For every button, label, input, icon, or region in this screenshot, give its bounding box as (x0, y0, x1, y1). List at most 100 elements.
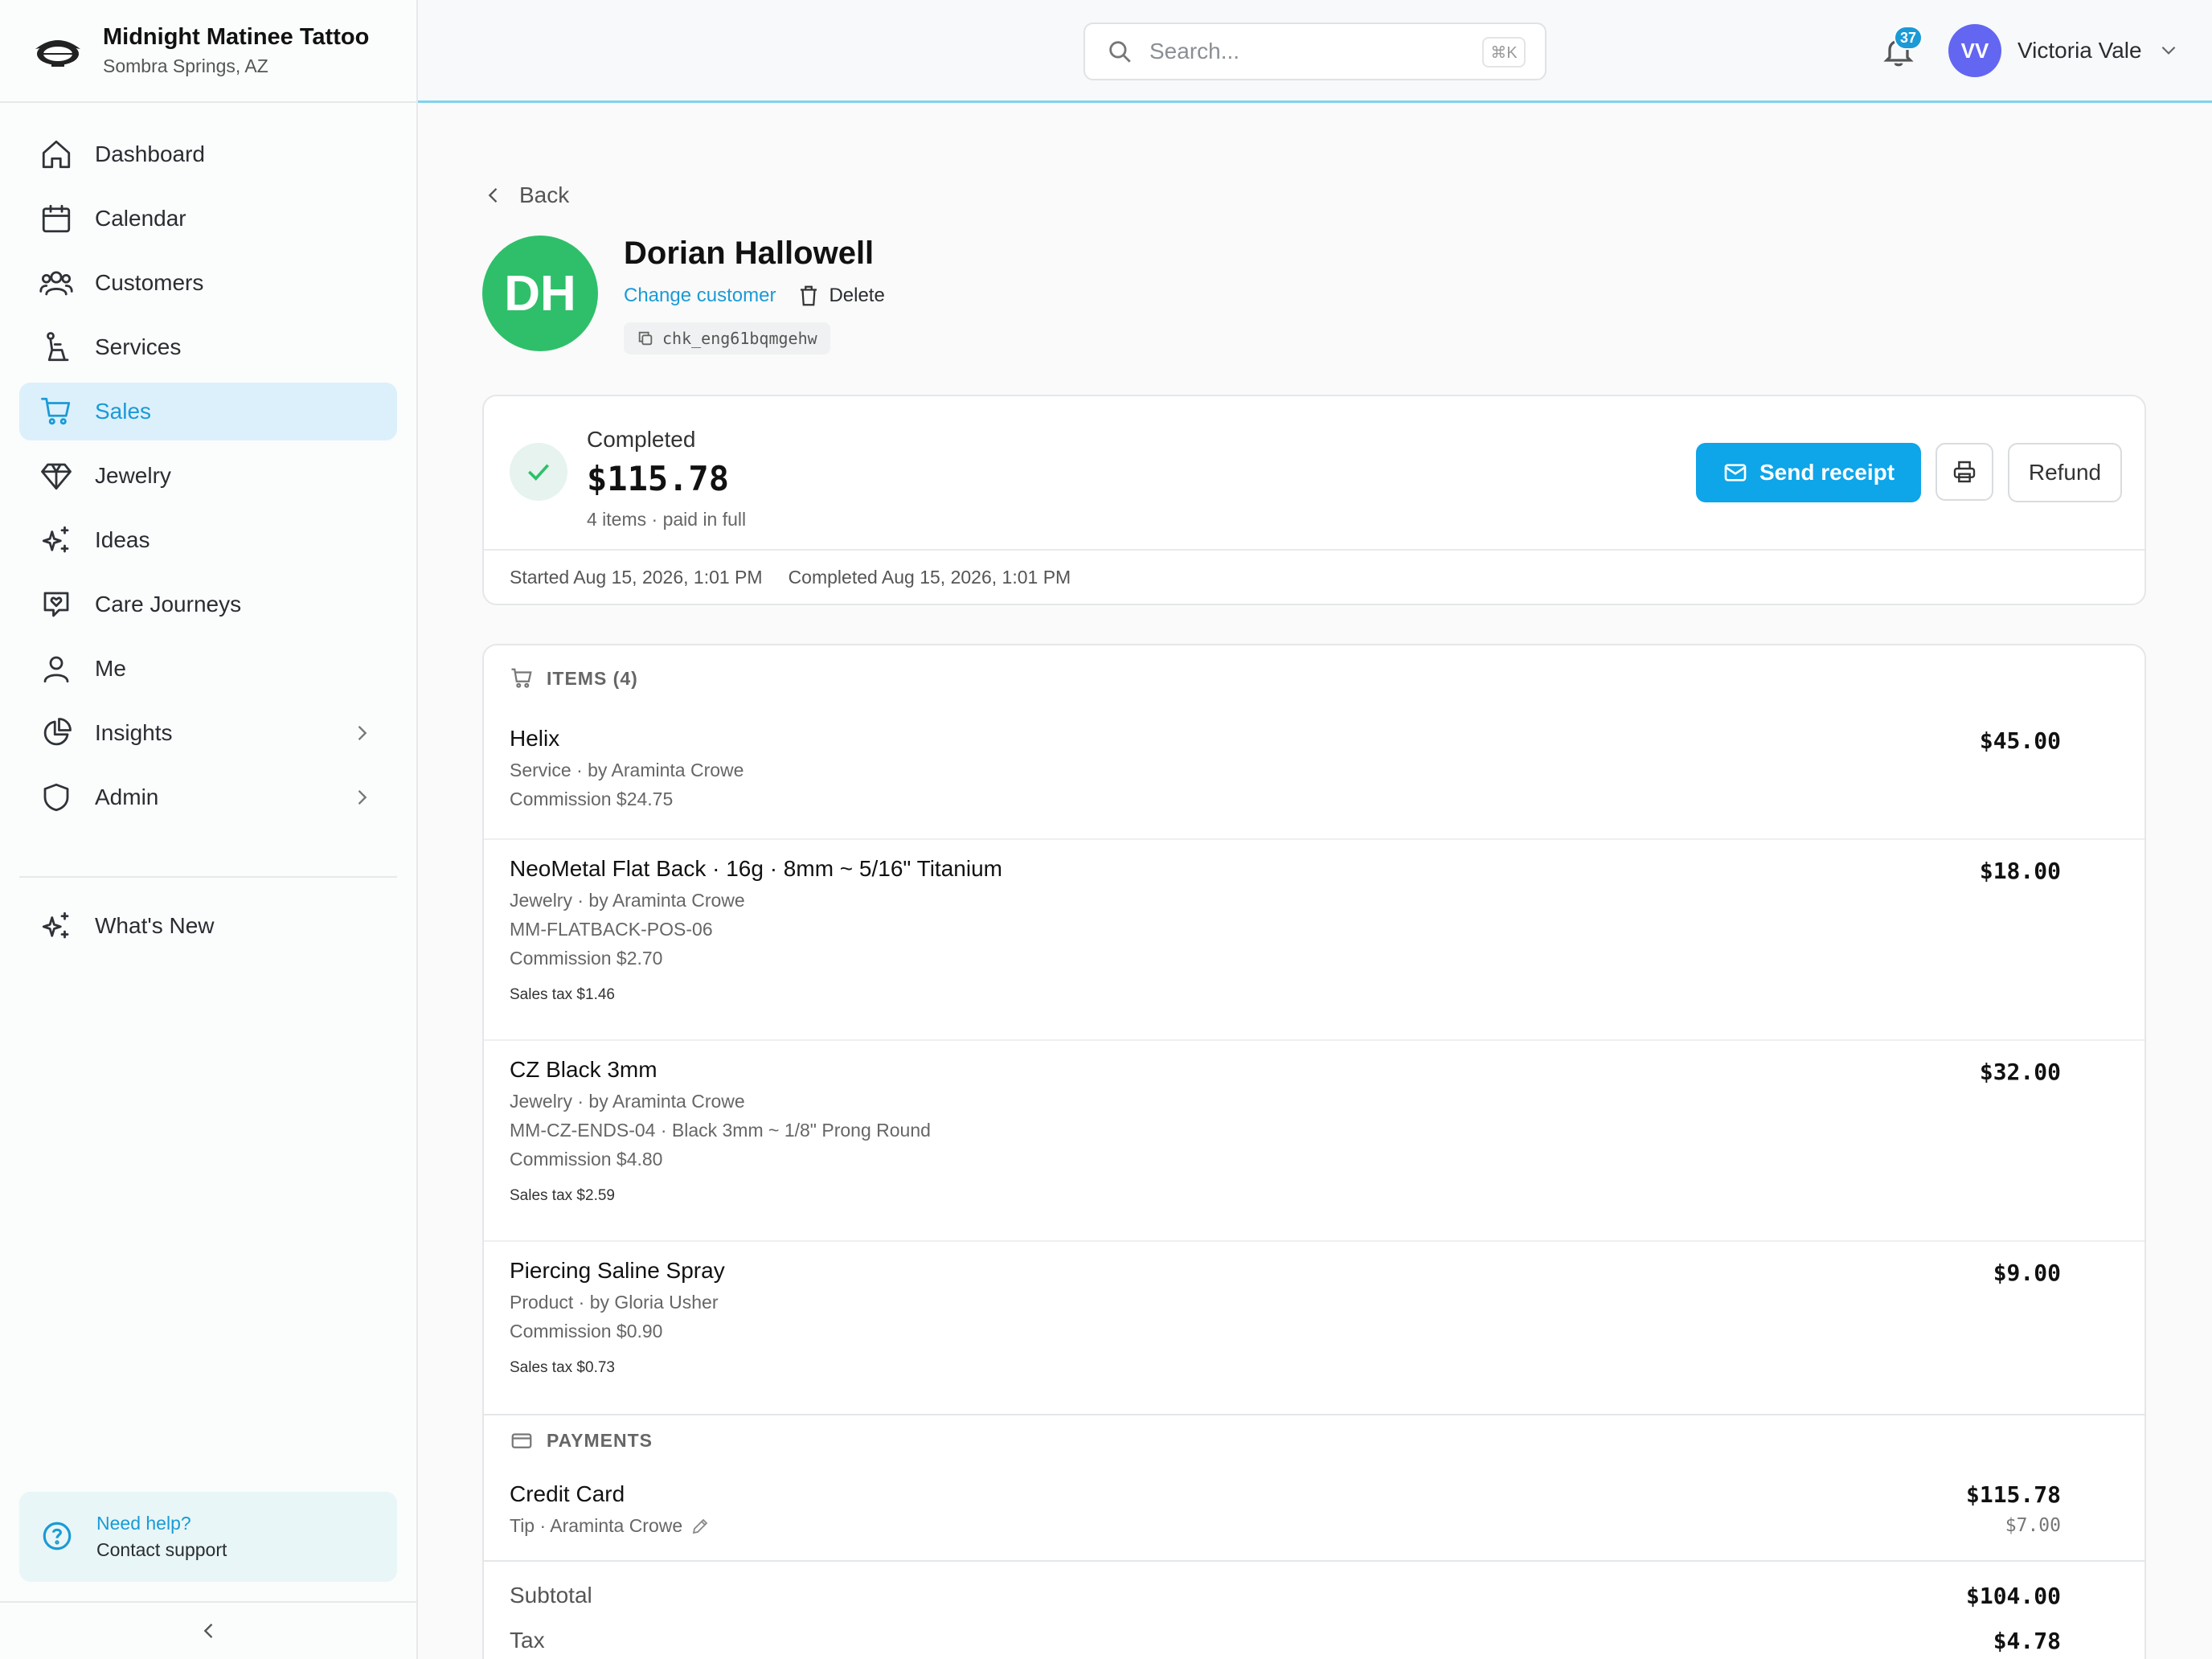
item-name: Helix (510, 726, 560, 751)
chevron-left-icon (203, 1624, 213, 1638)
care-icon (39, 587, 74, 622)
item-price: $9.00 (1993, 1260, 2061, 1286)
help-title: Need help? (96, 1513, 191, 1534)
payments-section-header: PAYMENTS (510, 1428, 653, 1452)
item-sku: MM-CZ-ENDS-04 · Black 3mm ~ 1/8" Prong R… (510, 1120, 931, 1141)
item-meta: Product · by Gloria Usher (510, 1292, 719, 1313)
help-subtitle: Contact support (96, 1539, 227, 1560)
item-commission: Commission $24.75 (510, 789, 674, 809)
tax-label: Tax (510, 1628, 545, 1653)
item-name: Piercing Saline Spray (510, 1258, 725, 1283)
sidebar-item-care-journeys[interactable]: Care Journeys (19, 576, 397, 633)
delete-button[interactable]: Delete (797, 284, 885, 308)
sparkles-icon (39, 522, 74, 558)
sparkles-icon (39, 908, 74, 944)
calendar-icon (39, 201, 74, 236)
sidebar-item-calendar[interactable]: Calendar (19, 190, 397, 248)
payment-method: Credit Card (510, 1481, 625, 1506)
notification-count-badge: 37 (1894, 26, 1923, 50)
back-button[interactable]: Back (482, 182, 569, 208)
shield-icon (39, 780, 74, 815)
items-section-header: ITEMS (4) (510, 666, 638, 690)
chevron-down-icon (2158, 39, 2181, 62)
sidebar-item-label: Dashboard (95, 141, 205, 166)
payment-tip-amount: $7.00 (2005, 1515, 2061, 1536)
brand-header[interactable]: Midnight Matinee Tattoo Sombra Springs, … (0, 0, 416, 103)
tax-value: $4.78 (1993, 1628, 2061, 1654)
help-circle-icon (40, 1519, 76, 1555)
item-name: NeoMetal Flat Back · 16g · 8mm ~ 5/16" T… (510, 856, 1002, 881)
avatar: VV (1948, 24, 2001, 77)
sidebar-item-services[interactable]: Services (19, 318, 397, 376)
sidebar-item-label: Me (95, 656, 126, 681)
sidebar-item-admin[interactable]: Admin (19, 768, 397, 826)
item-commission: Commission $2.70 (510, 948, 663, 969)
sidebar-item-jewelry[interactable]: Jewelry (19, 447, 397, 505)
divider (484, 549, 2144, 551)
list-item[interactable]: CZ Black 3mm Jewelry · by Araminta Crowe… (484, 1041, 2144, 1242)
diamond-icon (39, 458, 74, 494)
brand-location: Sombra Springs, AZ (103, 55, 268, 76)
search-box[interactable]: ⌘K (1083, 23, 1546, 80)
chevron-left-icon (488, 188, 498, 203)
change-customer-link[interactable]: Change customer (624, 285, 776, 307)
help-card[interactable]: Need help? Contact support (19, 1492, 397, 1582)
sale-status-card: Completed $115.78 4 items · paid in full… (482, 395, 2146, 605)
search-shortcut-hint: ⌘K (1482, 37, 1526, 68)
back-label: Back (519, 182, 570, 207)
brand-name: Midnight Matinee Tattoo (103, 24, 370, 50)
checkout-id-chip[interactable]: chk_eng61bqmgehw (624, 322, 830, 354)
item-sku: MM-FLATBACK-POS-06 (510, 919, 713, 940)
main-content: Back DH Dorian Hallowell Change customer… (418, 105, 2212, 1659)
collapse-sidebar-button[interactable] (0, 1601, 418, 1659)
item-meta: Jewelry · by Araminta Crowe (510, 1091, 745, 1112)
sidebar-item-label: Customers (95, 270, 204, 295)
item-sales-tax: Sales tax $1.46 (510, 986, 615, 1003)
sidebar-item-customers[interactable]: Customers (19, 254, 397, 312)
cart-icon (511, 668, 532, 688)
brand-logo (35, 40, 80, 67)
cart-icon (39, 394, 74, 429)
status-label: Completed (587, 427, 696, 452)
customer-name: Dorian Hallowell (624, 236, 875, 271)
sidebar-item-whats-new[interactable]: What's New (19, 897, 397, 955)
divider (484, 1560, 2144, 1562)
user-menu[interactable]: VV Victoria Vale (1948, 24, 2181, 77)
refund-button[interactable]: Refund (2008, 443, 2122, 502)
search-input[interactable] (1149, 39, 1455, 64)
sidebar-item-me[interactable]: Me (19, 640, 397, 698)
sidebar: Midnight Matinee Tattoo Sombra Springs, … (0, 0, 418, 1659)
item-price: $45.00 (1979, 727, 2061, 754)
list-item[interactable]: NeoMetal Flat Back · 16g · 8mm ~ 5/16" T… (484, 840, 2144, 1041)
started-timestamp: Started Aug 15, 2026, 1:01 PM (510, 567, 763, 588)
customer-actions: Change customer Delete (624, 284, 885, 308)
sidebar-item-dashboard[interactable]: Dashboard (19, 125, 397, 183)
item-sales-tax: Sales tax $2.59 (510, 1187, 615, 1204)
sidebar-item-label: Insights (95, 720, 173, 745)
payment-tip[interactable]: Tip · Araminta Crowe (510, 1515, 710, 1537)
check-icon (510, 443, 567, 501)
payment-tip-label: Tip · Araminta Crowe (510, 1515, 683, 1536)
send-receipt-button[interactable]: Send receipt (1696, 443, 1921, 502)
checkout-id: chk_eng61bqmgehw (662, 329, 817, 348)
sidebar-item-label: Ideas (95, 527, 150, 552)
credit-card-icon (511, 1433, 532, 1448)
item-name: CZ Black 3mm (510, 1057, 657, 1082)
item-meta: Service · by Araminta Crowe (510, 760, 744, 780)
search-icon (1109, 41, 1131, 63)
list-item[interactable]: Piercing Saline Spray Product · by Glori… (484, 1242, 2144, 1414)
sidebar-item-label: Services (95, 334, 182, 359)
sidebar-item-ideas[interactable]: Ideas (19, 511, 397, 569)
sale-total: $115.78 (587, 459, 730, 498)
print-button[interactable] (1936, 443, 1993, 501)
sidebar-item-sales[interactable]: Sales (19, 383, 397, 440)
customer-avatar: DH (482, 236, 598, 351)
completed-timestamp: Completed Aug 15, 2026, 1:01 PM (788, 567, 1071, 588)
divider (484, 1414, 2144, 1415)
chevron-right-icon (350, 786, 373, 809)
sidebar-item-insights[interactable]: Insights (19, 704, 397, 762)
sidebar-item-label: Jewelry (95, 463, 171, 488)
list-item[interactable]: Helix Service · by Araminta Crowe Commis… (484, 710, 2144, 840)
item-meta: Jewelry · by Araminta Crowe (510, 890, 745, 911)
send-receipt-label: Send receipt (1759, 460, 1895, 485)
